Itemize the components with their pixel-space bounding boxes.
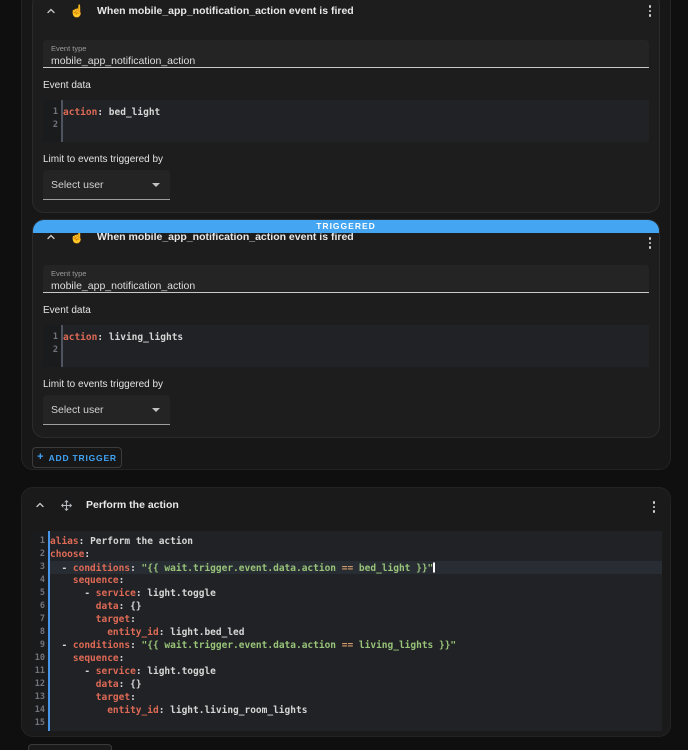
action-header: Perform the action xyxy=(22,488,670,514)
action-yaml-editor[interactable]: 1 alias: Perform the action 2 choose: 3 - co… xyxy=(30,531,662,731)
code-line: 12 data: {} xyxy=(30,678,662,691)
line-number: 5 xyxy=(39,588,45,598)
line-number: 1 xyxy=(52,107,58,117)
code-line: 9 - conditions: "{{ wait.trigger.event.d… xyxy=(30,639,662,652)
line-number: 7 xyxy=(39,614,45,624)
line-number: 13 xyxy=(34,692,45,702)
field-label: Event type xyxy=(51,269,87,278)
line-number: 12 xyxy=(34,679,45,689)
trigger-header: ☝ When mobile_app_notification_action ev… xyxy=(33,0,659,20)
line-number: 11 xyxy=(34,666,45,676)
collapse-button[interactable] xyxy=(32,497,48,513)
line-number: 2 xyxy=(52,345,58,355)
user-select-value: Select user xyxy=(51,403,104,416)
code-line: 11 - service: light.toggle xyxy=(30,665,662,678)
collapse-button[interactable] xyxy=(43,3,59,19)
code-line: 4 sequence: xyxy=(30,574,662,587)
action-title: Perform the action xyxy=(86,499,179,511)
gesture-tap-icon: ☝ xyxy=(69,4,85,18)
plus-icon: + xyxy=(37,451,44,463)
field-value: mobile_app_notification_action xyxy=(51,55,196,67)
code-line: 2 xyxy=(43,344,649,357)
line-number: 9 xyxy=(39,640,45,650)
code-line: 8 entity_id: light.bed_led xyxy=(30,626,662,639)
line-number: 14 xyxy=(34,705,45,715)
code-line: 5 - service: light.toggle xyxy=(30,587,662,600)
line-number: 10 xyxy=(34,653,45,663)
trigger-title: When mobile_app_notification_action even… xyxy=(97,5,354,17)
line-number: 2 xyxy=(52,120,58,130)
line-number: 3 xyxy=(39,562,45,572)
event-data-yaml-editor[interactable]: 1 action: living_lights 2 xyxy=(43,325,649,367)
line-number: 1 xyxy=(52,332,58,342)
event-data-yaml-editor[interactable]: 1 action: bed_light 2 xyxy=(43,100,649,142)
line-number: 4 xyxy=(39,575,45,585)
line-number: 2 xyxy=(39,549,45,559)
add-action-button-partial[interactable] xyxy=(28,744,112,750)
line-number: 8 xyxy=(39,627,45,637)
user-select[interactable]: Select user xyxy=(43,170,170,200)
add-trigger-button[interactable]: + ADD TRIGGER xyxy=(32,447,122,468)
cursor-move-icon[interactable] xyxy=(58,497,74,513)
code-line: 10 sequence: xyxy=(30,652,662,665)
code-line: 1 action: bed_light xyxy=(43,106,649,119)
text-cursor xyxy=(433,562,435,573)
chevron-down-icon xyxy=(152,408,160,412)
trigger-card: TRIGGERED ☝ When mobile_app_notification… xyxy=(32,219,660,438)
event-type-field[interactable]: Event type mobile_app_notification_actio… xyxy=(43,40,649,68)
code-line: 6 data: {} xyxy=(30,600,662,613)
event-data-label: Event data xyxy=(43,80,91,91)
code-line: 13 target: xyxy=(30,691,662,704)
trigger-card: ☝ When mobile_app_notification_action ev… xyxy=(32,0,660,213)
code-line: 2 choose: xyxy=(30,548,662,561)
limit-label: Limit to events triggered by xyxy=(43,154,164,165)
field-label: Event type xyxy=(51,44,87,53)
line-number: 6 xyxy=(39,601,45,611)
limit-label: Limit to events triggered by xyxy=(43,379,164,390)
automation-editor-page: ☝ When mobile_app_notification_action ev… xyxy=(0,0,688,750)
line-number: 15 xyxy=(34,718,45,728)
user-select-value: Select user xyxy=(51,178,104,191)
code-line: 1 alias: Perform the action xyxy=(30,535,662,548)
triggers-section-card: ☝ When mobile_app_notification_action ev… xyxy=(21,0,671,470)
user-select[interactable]: Select user xyxy=(43,395,170,425)
line-number: 1 xyxy=(39,536,45,546)
field-value: mobile_app_notification_action xyxy=(51,280,196,292)
event-type-field[interactable]: Event type mobile_app_notification_actio… xyxy=(43,265,649,293)
chevron-down-icon xyxy=(152,183,160,187)
triggered-badge: TRIGGERED xyxy=(33,220,659,233)
event-data-label: Event data xyxy=(43,305,91,316)
code-line: 3 - conditions: "{{ wait.trigger.event.d… xyxy=(30,561,662,574)
code-line: 2 xyxy=(43,119,649,132)
code-line: 1 action: living_lights xyxy=(43,331,649,344)
code-line: 7 target: xyxy=(30,613,662,626)
code-line: 14 entity_id: light.living_room_lights xyxy=(30,704,662,717)
action-card: Perform the action 1 alias: Perform the a… xyxy=(21,487,671,737)
code-line: 15 xyxy=(30,717,662,730)
